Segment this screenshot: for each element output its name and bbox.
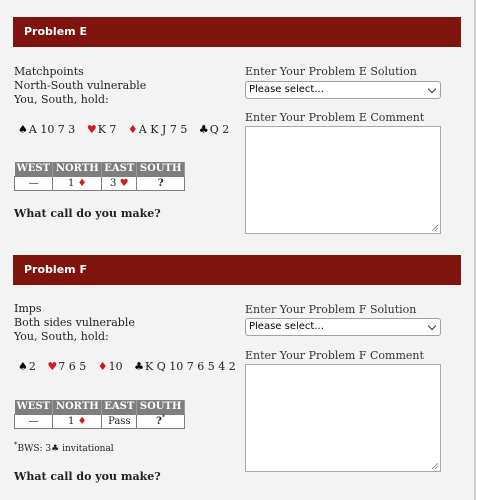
bid-header-east: EAST (101, 162, 138, 177)
problem-f-scoring: Imps (14, 302, 42, 315)
panel-right-border (474, 0, 476, 500)
bid-north: 1 ♦ (52, 414, 103, 429)
problem-e-solution-label: Enter Your Problem E Solution (245, 65, 417, 78)
problem-f-comment-label: Enter Your Problem F Comment (245, 349, 424, 362)
problem-f-footnote: *BWS: 3♣ invitational (14, 441, 114, 455)
problem-f-question: What call do you make? (14, 470, 161, 483)
bid-south: ?* (136, 413, 185, 429)
diamond-icon: ♦ (127, 123, 138, 136)
club-icon: ♣ (198, 123, 209, 136)
resize-handle-icon[interactable] (432, 225, 438, 231)
bid-header-east: EAST (101, 400, 138, 415)
problem-f-hand: ♠2 ♥7 6 5 ♦10 ♣K Q 10 7 6 5 4 2 (18, 360, 244, 374)
club-icon: ♣ (51, 444, 60, 454)
heart-icon: ♥ (86, 123, 97, 136)
bid-header-west: WEST (14, 400, 54, 415)
problem-e-hand: ♠A 10 7 3 ♥K 7 ♦A K J 7 5 ♣Q 2 (18, 123, 237, 137)
hand-spades: 2 (28, 360, 36, 373)
problem-e-header: Problem E (13, 17, 461, 47)
problem-e-comment-label: Enter Your Problem E Comment (245, 111, 425, 124)
problem-f-solution-label: Enter Your Problem F Solution (245, 303, 417, 316)
bid-west: — (13, 176, 54, 191)
problem-f-hold-line: You, South, hold: (14, 330, 109, 343)
chevron-down-icon (427, 321, 437, 331)
problem-e-vulnerability: North-South vulnerable (14, 79, 147, 92)
hand-clubs: K Q 10 7 6 5 4 2 (145, 360, 236, 373)
heart-icon: ♥ (119, 178, 129, 189)
problem-f-comment-textarea[interactable] (245, 364, 441, 472)
bid-west: — (13, 414, 54, 429)
resize-handle-icon[interactable] (432, 463, 438, 469)
footnote-marker: * (161, 413, 166, 422)
diamond-icon: ♦ (77, 178, 87, 189)
problem-f-header: Problem F (13, 255, 461, 285)
hand-hearts: K 7 (97, 123, 117, 136)
bid-header-west: WEST (14, 162, 54, 177)
chevron-down-icon (427, 84, 437, 94)
spade-icon: ♠ (18, 123, 28, 136)
hand-spades: A 10 7 3 (28, 123, 76, 136)
hand-hearts: 7 6 5 (58, 360, 87, 373)
diamond-icon: ♦ (97, 360, 108, 373)
bid-header-north: NORTH (52, 400, 103, 415)
spade-icon: ♠ (18, 360, 28, 373)
bid-east: Pass (101, 414, 138, 429)
hand-diamonds: 10 (108, 360, 123, 373)
problem-e-scoring: Matchpoints (14, 65, 84, 78)
bid-south: ? (136, 176, 185, 191)
problem-f-bidding-table: WEST NORTH EAST SOUTH — 1 ♦ Pass ?* (13, 400, 185, 429)
heart-icon: ♥ (47, 360, 58, 373)
problem-f-solution-select[interactable]: Please select... (245, 318, 441, 336)
diamond-icon: ♦ (77, 416, 87, 427)
problem-e-comment-textarea[interactable] (245, 126, 441, 234)
bid-header-south: SOUTH (136, 162, 185, 177)
bid-north: 1 ♦ (52, 176, 103, 191)
problem-e-solution-select[interactable]: Please select... (245, 81, 441, 99)
hand-clubs: Q 2 (209, 123, 230, 136)
bid-header-north: NORTH (52, 162, 103, 177)
club-icon: ♣ (134, 360, 144, 373)
problem-e-bidding-table: WEST NORTH EAST SOUTH — 1 ♦ 3 ♥ ? (13, 162, 185, 191)
problem-e-hold-line: You, South, hold: (14, 93, 109, 106)
bid-east: 3 ♥ (101, 176, 138, 191)
problem-f-vulnerability: Both sides vulnerable (14, 316, 135, 329)
hand-diamonds: A K J 7 5 (138, 123, 188, 136)
bid-header-south: SOUTH (136, 400, 185, 415)
problem-e-question: What call do you make? (14, 207, 161, 220)
